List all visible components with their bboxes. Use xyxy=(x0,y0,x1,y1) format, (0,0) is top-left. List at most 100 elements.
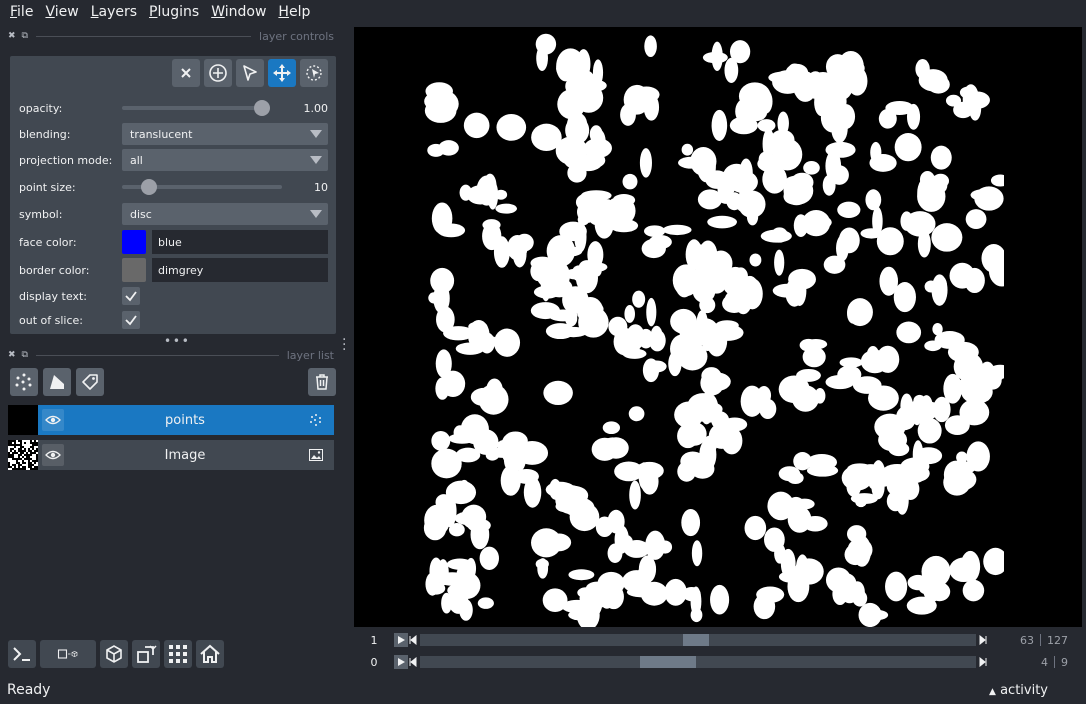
blending-select[interactable]: translucent xyxy=(122,123,328,145)
image-blob xyxy=(496,113,527,141)
new-shapes-layer-button[interactable] xyxy=(43,368,71,396)
image-blob xyxy=(622,173,638,190)
face-color-input[interactable]: blue xyxy=(152,230,328,254)
new-labels-layer-button[interactable] xyxy=(76,368,104,396)
opacity-handle[interactable] xyxy=(254,100,270,116)
step-forward-button[interactable] xyxy=(978,634,988,646)
menu-layers[interactable]: Layers xyxy=(85,4,143,20)
thumb-pixel xyxy=(18,446,20,448)
layer-row-points[interactable]: points xyxy=(8,405,334,435)
viewer-canvas[interactable] xyxy=(354,27,1082,627)
transpose-dims-button[interactable] xyxy=(132,640,160,668)
border-color-swatch[interactable] xyxy=(122,258,146,282)
select-points-button[interactable] xyxy=(236,59,264,87)
border-color-label: border color: xyxy=(19,263,90,277)
visibility-toggle[interactable] xyxy=(42,409,64,431)
image-edge-mask xyxy=(1004,27,1082,627)
layer-name: Image xyxy=(164,447,206,463)
projection-mode-value: all xyxy=(130,153,143,167)
point-size-handle[interactable] xyxy=(140,179,157,195)
image-blob xyxy=(866,345,880,365)
activity-button[interactable]: ▲ activity xyxy=(989,683,1048,698)
menu-file[interactable]: File xyxy=(4,4,39,20)
symbol-select[interactable]: disc xyxy=(122,203,328,225)
layer-body[interactable]: points xyxy=(38,405,334,435)
image-blob xyxy=(758,89,773,114)
dim-counts: 49 xyxy=(988,655,1074,669)
border-color-value: dimgrey xyxy=(158,263,204,277)
menu-help[interactable]: Help xyxy=(272,4,316,20)
ndisplay-button[interactable] xyxy=(40,640,96,668)
transform-button[interactable] xyxy=(300,59,328,87)
grid-view-button[interactable] xyxy=(164,640,192,668)
image-blob xyxy=(559,326,588,338)
pan-zoom-button[interactable] xyxy=(268,59,296,87)
out-of-slice-checkbox[interactable] xyxy=(122,311,140,329)
image-blob xyxy=(841,587,858,604)
thumb-pixel xyxy=(8,446,10,448)
thumb-pixel xyxy=(8,468,10,470)
point-size-slider[interactable] xyxy=(122,176,282,198)
dim-current[interactable]: 63 xyxy=(1020,634,1034,647)
layer-row-image[interactable]: Image xyxy=(8,440,334,470)
layer-controls-title: layer controls xyxy=(259,29,334,43)
menu-plugins-rest: lugins xyxy=(157,4,200,20)
thumb-pixel xyxy=(14,462,16,464)
float-dock-icon[interactable]: ⧉ xyxy=(22,350,28,360)
opacity-slider[interactable] xyxy=(122,97,270,119)
face-color-swatch[interactable] xyxy=(122,230,146,254)
image-blob xyxy=(699,296,716,314)
image-blob xyxy=(701,367,722,385)
dock-resize-handle[interactable]: · · · xyxy=(342,333,348,357)
thumb-pixel xyxy=(8,460,10,462)
close-icon xyxy=(181,68,191,78)
step-back-button[interactable] xyxy=(408,656,418,668)
dim-slider-track[interactable] xyxy=(420,634,976,646)
thumb-pixel xyxy=(12,442,14,444)
console-button[interactable] xyxy=(8,640,36,668)
layer-thumbnail xyxy=(8,440,38,470)
image-blob xyxy=(624,305,635,323)
float-dock-icon[interactable]: ⧉ xyxy=(22,31,28,41)
image-blob xyxy=(602,421,621,435)
dim-slider-thumb[interactable] xyxy=(682,634,709,646)
close-dock-icon[interactable]: ✖ xyxy=(8,350,16,360)
close-dock-icon[interactable]: ✖ xyxy=(8,31,16,41)
image-blob xyxy=(699,392,714,425)
menu-plugins[interactable]: Plugins xyxy=(143,4,205,20)
image-blob xyxy=(757,119,776,132)
projection-mode-select[interactable]: all xyxy=(122,149,328,171)
visibility-toggle[interactable] xyxy=(42,444,64,466)
dim-slider-track[interactable] xyxy=(420,656,976,668)
thumb-pixel xyxy=(16,464,18,466)
image-blob xyxy=(850,493,879,505)
thumb-pixel xyxy=(24,456,26,458)
menu-view[interactable]: View xyxy=(39,4,84,20)
step-forward-button[interactable] xyxy=(978,656,988,668)
dim-slider-thumb[interactable] xyxy=(640,656,696,668)
thumb-pixel xyxy=(22,458,24,460)
roll-dims-button[interactable] xyxy=(100,640,128,668)
move-arrows-icon xyxy=(273,64,291,82)
border-color-input[interactable]: dimgrey xyxy=(152,258,328,282)
dim-current[interactable]: 4 xyxy=(1041,656,1048,669)
play-icon xyxy=(398,636,405,644)
add-points-button[interactable] xyxy=(204,59,232,87)
play-button[interactable] xyxy=(394,633,408,647)
display-text-checkbox[interactable] xyxy=(122,287,140,305)
titlebar-line xyxy=(35,354,279,356)
new-points-layer-button[interactable] xyxy=(10,368,38,396)
delete-points-button[interactable] xyxy=(172,59,200,87)
delete-layer-button[interactable] xyxy=(308,368,336,396)
menu-window[interactable]: Window xyxy=(205,4,272,20)
symbol-row: symbol: disc xyxy=(19,203,329,225)
menu-layers-key: L xyxy=(90,4,99,20)
thumb-pixel xyxy=(16,442,18,444)
trash-icon xyxy=(316,374,328,390)
layer-body[interactable]: Image xyxy=(38,440,334,470)
image-blob xyxy=(799,338,818,352)
play-button[interactable] xyxy=(394,655,408,669)
image-blob xyxy=(696,310,708,335)
step-back-button[interactable] xyxy=(408,634,418,646)
reset-view-button[interactable] xyxy=(196,640,224,668)
